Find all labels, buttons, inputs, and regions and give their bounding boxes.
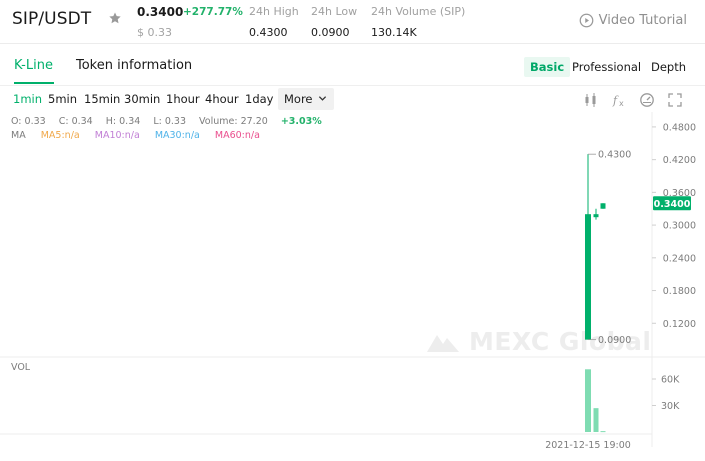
- interval-4hour[interactable]: 4hour: [205, 92, 239, 106]
- mode-professional-button[interactable]: Professional: [566, 57, 647, 77]
- chart-tabs: K-Line Token information Basic Professio…: [0, 48, 705, 86]
- svg-text:x: x: [619, 99, 624, 108]
- interval-30min[interactable]: 30min: [124, 92, 160, 106]
- price-tick-label: 0.3000: [663, 221, 696, 232]
- volume-label: 24h Volume (SIP): [371, 5, 466, 18]
- mode-depth-button[interactable]: Depth: [645, 57, 692, 77]
- volume-tick-label: 60K: [661, 375, 680, 386]
- price-tick-label: 0.4800: [663, 122, 696, 133]
- star-icon[interactable]: [108, 11, 122, 25]
- tab-token-information[interactable]: Token information: [76, 58, 192, 73]
- candle-body: [585, 214, 591, 340]
- more-intervals-dropdown[interactable]: More: [278, 88, 334, 110]
- interval-bar: 1min 5min 15min 30min 1hour 4hour 1day M…: [0, 88, 705, 112]
- candle-type-icon[interactable]: [583, 92, 599, 108]
- price-tick-label: 0.1200: [663, 319, 696, 330]
- volume-tick-label: 30K: [661, 401, 680, 412]
- low-label: 24h Low: [311, 5, 358, 18]
- play-circle-icon: [579, 13, 594, 28]
- more-label: More: [284, 92, 313, 106]
- last-price-tag-label: 0.3400: [654, 199, 691, 210]
- settings-gauge-icon[interactable]: [639, 92, 655, 108]
- volume-value: 130.14K: [371, 26, 417, 39]
- mode-basic-button[interactable]: Basic: [524, 57, 571, 77]
- interval-1day[interactable]: 1day: [245, 92, 273, 106]
- tab-active-indicator: [14, 82, 54, 84]
- video-tutorial-label: Video Tutorial: [598, 13, 687, 28]
- high-label: 24h High: [249, 5, 299, 18]
- volume-bar: [593, 408, 599, 432]
- price-tick-label: 0.2400: [663, 253, 696, 264]
- volume-bar: [600, 431, 606, 433]
- fullscreen-icon[interactable]: [667, 92, 683, 108]
- svg-text:f: f: [612, 94, 619, 107]
- kline-chart[interactable]: 0.48000.42000.36000.30000.24000.18000.12…: [0, 112, 705, 461]
- time-axis-label: 2021-12-15 19:00: [545, 440, 631, 451]
- fiat-price: $ 0.33: [137, 26, 172, 39]
- price-tick-label: 0.1800: [663, 286, 696, 297]
- max-marker-label: 0.4300: [598, 150, 631, 161]
- interval-5min[interactable]: 5min: [48, 92, 77, 106]
- low-value: 0.0900: [311, 26, 350, 39]
- market-header: SIP/USDT 0.3400 +277.77% $ 0.33 24h High…: [0, 0, 705, 44]
- interval-15min[interactable]: 15min: [84, 92, 120, 106]
- indicator-fx-icon[interactable]: f x: [612, 92, 628, 108]
- volume-bar: [585, 369, 591, 432]
- video-tutorial-link[interactable]: Video Tutorial: [579, 13, 687, 28]
- high-value: 0.4300: [249, 26, 288, 39]
- interval-1min[interactable]: 1min: [13, 92, 42, 106]
- tab-kline[interactable]: K-Line: [14, 58, 53, 73]
- change-percent: +277.77%: [183, 6, 243, 18]
- candle-body: [593, 214, 599, 218]
- price-tick-label: 0.4200: [663, 155, 696, 166]
- interval-1hour[interactable]: 1hour: [166, 92, 200, 106]
- chevron-down-icon: [319, 96, 327, 101]
- pair-title: SIP/USDT: [12, 9, 92, 29]
- min-marker-label: 0.0900: [598, 335, 631, 346]
- candle-body: [600, 203, 606, 209]
- last-price: 0.3400: [137, 5, 184, 19]
